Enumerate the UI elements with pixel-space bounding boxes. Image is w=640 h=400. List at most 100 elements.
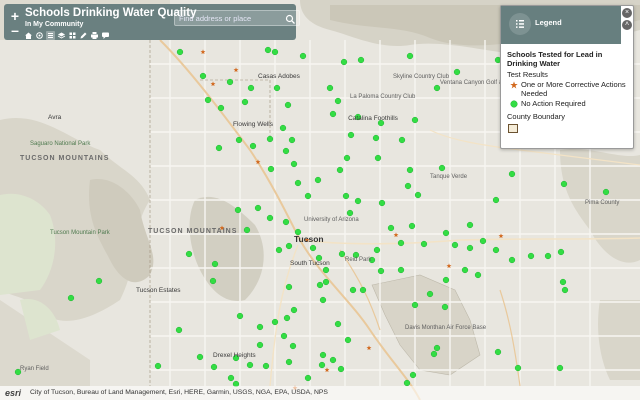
school-point-no-action[interactable] xyxy=(266,214,274,222)
school-point-no-action[interactable] xyxy=(266,135,274,143)
school-point-no-action[interactable] xyxy=(372,134,380,142)
school-point-no-action[interactable] xyxy=(508,256,516,264)
school-point-no-action[interactable] xyxy=(199,72,207,80)
zoom-in-button[interactable]: + xyxy=(9,9,21,23)
school-point-no-action[interactable] xyxy=(241,98,249,106)
zoom-out-button[interactable]: – xyxy=(9,23,21,37)
school-point-no-action[interactable] xyxy=(326,84,334,92)
school-point-no-action[interactable] xyxy=(602,188,610,196)
school-point-no-action[interactable] xyxy=(408,222,416,230)
school-point-no-action[interactable] xyxy=(285,358,293,366)
school-point-no-action[interactable] xyxy=(336,166,344,174)
school-point-no-action[interactable] xyxy=(433,344,441,352)
layers-button[interactable] xyxy=(57,31,66,40)
school-point-no-action[interactable] xyxy=(256,323,264,331)
school-point-no-action[interactable] xyxy=(442,229,450,237)
school-point-no-action[interactable] xyxy=(282,147,290,155)
school-point-no-action[interactable] xyxy=(411,301,419,309)
school-point-no-action[interactable] xyxy=(492,246,500,254)
school-point-no-action[interactable] xyxy=(304,374,312,382)
school-point-no-action[interactable] xyxy=(397,239,405,247)
school-point-no-action[interactable] xyxy=(304,192,312,200)
school-point-no-action[interactable] xyxy=(508,170,516,178)
school-point-no-action[interactable] xyxy=(243,226,251,234)
school-point-no-action[interactable] xyxy=(284,101,292,109)
school-point-no-action[interactable] xyxy=(559,278,567,286)
school-point-no-action[interactable] xyxy=(288,136,296,144)
school-point-no-action[interactable] xyxy=(236,312,244,320)
school-point-no-action[interactable] xyxy=(329,356,337,364)
school-point-no-action[interactable] xyxy=(347,131,355,139)
school-point-no-action[interactable] xyxy=(342,192,350,200)
school-point-no-action[interactable] xyxy=(299,52,307,60)
school-point-no-action[interactable] xyxy=(176,48,184,56)
school-point-no-action[interactable] xyxy=(267,165,275,173)
school-point-no-action[interactable] xyxy=(289,342,297,350)
school-point-no-action[interactable] xyxy=(334,97,342,105)
school-point-no-action[interactable] xyxy=(290,160,298,168)
school-point-no-action[interactable] xyxy=(314,176,322,184)
school-point-no-action[interactable] xyxy=(235,136,243,144)
school-point-no-action[interactable] xyxy=(334,320,342,328)
school-point-no-action[interactable] xyxy=(318,361,326,369)
legend-list-icon[interactable] xyxy=(509,13,531,35)
school-point-no-action[interactable] xyxy=(271,48,279,56)
school-point-no-action[interactable] xyxy=(494,348,502,356)
share-button[interactable] xyxy=(101,31,110,40)
list-button[interactable] xyxy=(46,31,55,40)
school-point-no-action[interactable] xyxy=(209,277,217,285)
school-point-no-action[interactable] xyxy=(359,286,367,294)
school-point-no-action[interactable] xyxy=(557,248,565,256)
search-icon[interactable] xyxy=(285,12,296,24)
school-point-no-action[interactable] xyxy=(474,271,482,279)
school-point-no-action[interactable] xyxy=(67,294,75,302)
school-point-no-action[interactable] xyxy=(556,364,564,372)
school-point-no-action[interactable] xyxy=(217,104,225,112)
search-input[interactable] xyxy=(179,12,279,24)
school-point-no-action[interactable] xyxy=(256,341,264,349)
school-point-no-action[interactable] xyxy=(527,252,535,260)
school-point-no-action[interactable] xyxy=(262,362,270,370)
school-point-no-action[interactable] xyxy=(377,267,385,275)
school-point-no-action[interactable] xyxy=(322,278,330,286)
school-point-no-action[interactable] xyxy=(343,154,351,162)
school-point-no-action[interactable] xyxy=(560,180,568,188)
school-point-no-action[interactable] xyxy=(279,124,287,132)
school-point-no-action[interactable] xyxy=(154,362,162,370)
school-point-no-action[interactable] xyxy=(211,260,219,268)
school-point-no-action[interactable] xyxy=(346,209,354,217)
school-point-no-action[interactable] xyxy=(378,199,386,207)
school-point-no-action[interactable] xyxy=(271,318,279,326)
school-point-no-action[interactable] xyxy=(561,286,569,294)
school-point-no-action[interactable] xyxy=(357,56,365,64)
school-point-no-action[interactable] xyxy=(316,281,324,289)
school-point-no-action[interactable] xyxy=(175,326,183,334)
school-point-no-action[interactable] xyxy=(479,237,487,245)
school-point-no-action[interactable] xyxy=(438,164,446,172)
school-point-no-action[interactable] xyxy=(411,116,419,124)
school-point-no-action[interactable] xyxy=(273,84,281,92)
school-point-no-action[interactable] xyxy=(374,154,382,162)
school-point-no-action[interactable] xyxy=(397,266,405,274)
school-point-no-action[interactable] xyxy=(344,336,352,344)
home-button[interactable] xyxy=(24,31,33,40)
school-point-no-action[interactable] xyxy=(247,84,255,92)
school-point-no-action[interactable] xyxy=(349,286,357,294)
school-point-no-action[interactable] xyxy=(227,374,235,382)
school-point-no-action[interactable] xyxy=(441,303,449,311)
school-point-no-action[interactable] xyxy=(264,46,272,54)
school-point-no-action[interactable] xyxy=(275,246,283,254)
school-point-no-action[interactable] xyxy=(430,350,438,358)
search-box[interactable] xyxy=(174,10,300,26)
school-point-no-action[interactable] xyxy=(406,52,414,60)
school-point-no-action[interactable] xyxy=(420,240,428,248)
school-point-no-action[interactable] xyxy=(204,96,212,104)
locate-button[interactable] xyxy=(35,31,44,40)
school-point-no-action[interactable] xyxy=(398,136,406,144)
school-point-no-action[interactable] xyxy=(466,221,474,229)
school-point-no-action[interactable] xyxy=(249,142,257,150)
school-point-no-action[interactable] xyxy=(406,166,414,174)
school-point-no-action[interactable] xyxy=(280,332,288,340)
school-point-no-action[interactable] xyxy=(246,361,254,369)
school-point-no-action[interactable] xyxy=(319,296,327,304)
